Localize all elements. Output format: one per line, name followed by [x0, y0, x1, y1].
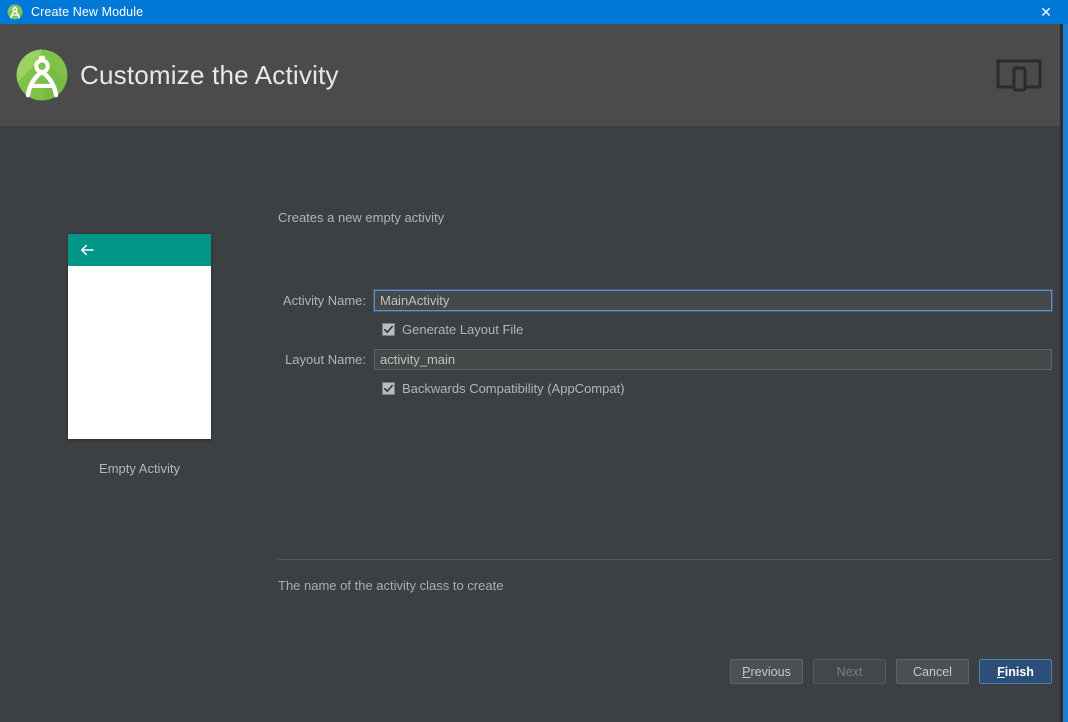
finish-button-mnemonic: F — [997, 665, 1005, 679]
generate-layout-label: Generate Layout File — [402, 322, 523, 337]
android-studio-logo — [14, 47, 70, 103]
backwards-compat-label: Backwards Compatibility (AppCompat) — [402, 381, 625, 396]
cancel-button[interactable]: Cancel — [896, 659, 969, 684]
dialog-button-bar: Previous Next Cancel Finish — [0, 659, 1052, 684]
previous-button[interactable]: Previous — [730, 659, 803, 684]
preview-card — [68, 234, 211, 439]
preview-label: Empty Activity — [68, 461, 211, 476]
divider — [278, 559, 1052, 560]
activity-name-row: Activity Name: — [278, 290, 1052, 311]
finish-button-label: inish — [1005, 665, 1034, 679]
previous-button-mnemonic: P — [742, 665, 750, 679]
back-arrow-icon — [78, 241, 96, 259]
checkbox-checked-icon[interactable] — [382, 323, 395, 336]
finish-button[interactable]: Finish — [979, 659, 1052, 684]
activity-name-input[interactable] — [374, 290, 1052, 311]
layout-name-label: Layout Name: — [278, 352, 374, 367]
layout-name-input[interactable] — [374, 349, 1052, 370]
title-bar: Create New Module ✕ — [0, 0, 1068, 24]
device-preview-icon — [995, 55, 1043, 95]
create-new-module-dialog: Create New Module ✕ Customize the Activi… — [0, 0, 1068, 722]
activity-name-label: Activity Name: — [278, 293, 374, 308]
title-bar-label: Create New Module — [31, 5, 1024, 19]
previous-button-label: revious — [751, 665, 791, 679]
preview-app-bar — [68, 234, 211, 266]
checkbox-checked-icon[interactable] — [382, 382, 395, 395]
dialog-body: Empty Activity Creates a new empty activ… — [0, 126, 1068, 722]
activity-template-preview[interactable]: Empty Activity — [68, 234, 211, 476]
android-studio-icon — [7, 4, 23, 20]
page-title: Customize the Activity — [80, 60, 995, 91]
dialog-header: Customize the Activity — [0, 24, 1068, 126]
next-button[interactable]: Next — [813, 659, 886, 684]
field-help-text: The name of the activity class to create — [278, 578, 503, 593]
background-window-sliver — [1063, 24, 1068, 722]
form-description: Creates a new empty activity — [278, 210, 444, 225]
layout-name-row: Layout Name: — [278, 349, 1052, 370]
backwards-compat-checkbox-row[interactable]: Backwards Compatibility (AppCompat) — [382, 381, 625, 396]
close-icon[interactable]: ✕ — [1024, 0, 1068, 24]
generate-layout-checkbox-row[interactable]: Generate Layout File — [382, 322, 523, 337]
